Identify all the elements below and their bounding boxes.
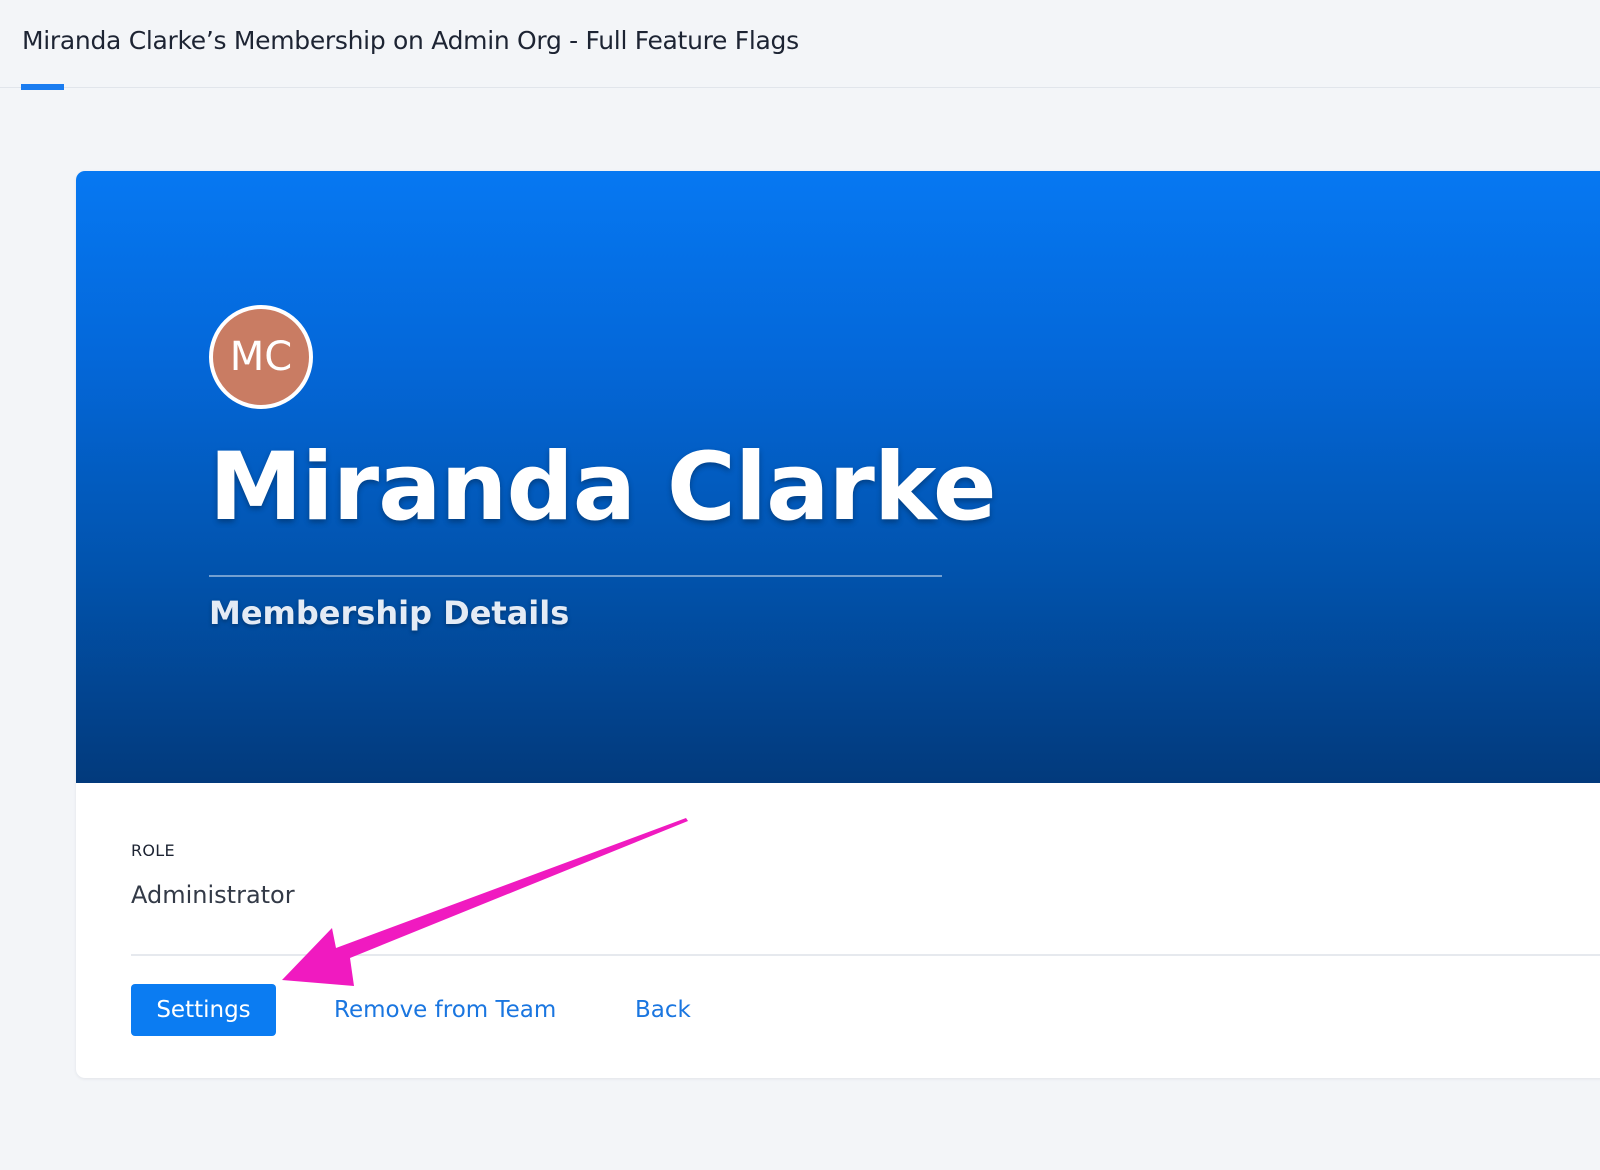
role-value: Administrator xyxy=(131,881,295,909)
profile-hero: MC Miranda Clarke Membership Details xyxy=(76,171,1600,783)
membership-card: MC Miranda Clarke Membership Details ROL… xyxy=(76,171,1600,1078)
page-header: Miranda Clarke’s Membership on Admin Org… xyxy=(0,0,1600,90)
avatar: MC xyxy=(209,305,313,409)
back-link[interactable]: Back xyxy=(635,984,691,1036)
role-label: ROLE xyxy=(131,841,175,860)
page-title: Miranda Clarke’s Membership on Admin Org… xyxy=(22,26,799,55)
content-divider xyxy=(131,954,1600,956)
section-subtitle: Membership Details xyxy=(209,594,570,632)
member-name: Miranda Clarke xyxy=(209,433,997,542)
remove-from-team-link[interactable]: Remove from Team xyxy=(334,984,556,1036)
hero-divider xyxy=(209,575,942,577)
active-tab-indicator xyxy=(21,84,64,90)
settings-button[interactable]: Settings xyxy=(131,984,276,1036)
